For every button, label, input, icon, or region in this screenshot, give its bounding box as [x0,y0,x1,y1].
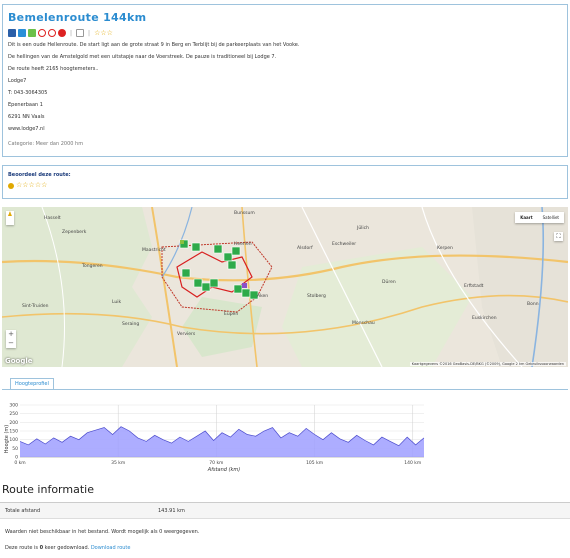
table-row: Totale afstand 143.91 km [0,503,570,519]
parking-icon [28,29,36,37]
suitability-stars: ☆☆☆ [94,29,113,37]
y-tick-label: 200 [9,420,18,426]
download-prefix: Deze route is [5,545,40,551]
route-icons: | | ☆☆☆ [8,28,562,38]
y-axis-label: Hoogte (m) [4,425,10,453]
svg-text:Seraing: Seraing [122,321,139,327]
svg-text:Maastricht: Maastricht [142,247,166,253]
x-tick-label: 35 km [111,460,125,466]
y-axis-ticks: 0 50 100 150 200 250 300 [9,403,18,461]
no-entry-icon-3 [58,29,66,37]
page-title: Bemelenroute 144km [8,11,147,24]
y-tick-label: 300 [9,403,18,409]
description-line: www.lodge7.nl [8,126,45,132]
google-logo: Google [5,357,33,365]
description-line: 6291 NN Vaals [8,114,45,120]
info-icon [76,29,85,37]
no-entry-icon-2 [48,29,56,37]
table-cell-label: Totale afstand [5,507,41,514]
map-canvas[interactable]: Hasselt Zepenberk Bunssum Heerlen Maastr… [2,207,568,367]
svg-text:Tongeren: Tongeren [81,263,103,269]
rating-star-icons[interactable]: ☆☆☆☆☆ [16,182,47,189]
description-line: De hellingen van de Amstelgold met een u… [8,54,277,60]
rating-stars[interactable]: ☆☆☆☆☆ [8,182,562,189]
icon-separator: | [70,29,73,37]
svg-text:Zepenberk: Zepenberk [62,229,87,235]
route-map[interactable]: Hasselt Zepenberk Bunssum Heerlen Maastr… [2,207,568,367]
map-type-control[interactable]: Kaart Satelliet [515,212,564,223]
no-entry-icon [38,29,46,37]
rating-box: Beoordeel deze route: ☆☆☆☆☆ [2,165,568,199]
table-cell-value: 143.91 km [158,507,185,514]
svg-text:Jülich: Jülich [356,225,369,231]
description-line: De route heeft 2165 hoogtemeters.. [8,66,99,72]
description-line: T: 043-3064305 [8,90,48,96]
description-line: Epenerbaan 1 [8,102,43,108]
y-tick-label: 50 [12,446,18,452]
svg-text:Eschweiler: Eschweiler [332,241,356,247]
fullscreen-icon[interactable]: ⛶ [554,232,563,241]
icon-separator-2: | [88,29,91,37]
rating-title: Beoordeel deze route: [8,172,71,178]
svg-text:Erftstadt: Erftstadt [464,283,484,289]
cancel-rating-icon[interactable] [8,182,14,189]
svg-text:Eupen: Eupen [224,311,238,317]
svg-text:Verviers: Verviers [177,331,196,337]
y-tick-label: 0 [15,455,18,461]
svg-text:Kerpen: Kerpen [437,245,453,251]
svg-text:Sint-Truiden: Sint-Truiden [22,303,49,309]
route-info-heading: Route informatie [2,483,94,496]
route-info-table: Totale afstand 143.91 km [0,502,570,519]
route-description: Dit is een oude Hellenroute. De start li… [8,42,562,132]
svg-text:Hasselt: Hasselt [44,215,61,221]
svg-text:Aken: Aken [257,293,268,299]
svg-text:Stolberg: Stolberg [307,293,326,299]
zoom-out-button[interactable]: − [6,339,16,348]
x-tick-label: 70 km [209,460,223,466]
download-info: Deze route is 0 keer gedownload. Downloa… [5,545,130,551]
route-info-box: Bemelenroute 144km | | ☆☆☆ Dit is een ou… [2,4,568,157]
x-axis-label: Afstand (km) [207,467,240,473]
svg-text:Heerlen: Heerlen [234,241,252,247]
svg-text:Luik: Luik [112,299,122,305]
x-tick-label: 140 km [404,460,421,466]
y-tick-label: 100 [9,437,18,443]
svg-text:Düren: Düren [382,279,396,285]
map-type-kaart-button[interactable]: Kaart [515,212,538,223]
download-suffix: keer gedownload. [43,545,91,551]
description-line: Lodge7 [8,78,27,84]
x-tick-label: 105 km [306,460,323,466]
elevation-chart: 0 50 100 150 200 250 300 0 km 35 km 70 km 105 km 1… [4,403,425,473]
x-axis-ticks: 0 km 35 km 70 km 105 km 140 km [14,460,421,466]
tab-divider [2,389,568,390]
car-route-icon [8,29,16,37]
svg-text:Bonn: Bonn [527,301,539,307]
x-tick-label: 0 km [14,460,25,466]
map-type-satelliet-button[interactable]: Satelliet [537,212,564,223]
y-tick-label: 150 [9,429,18,435]
svg-text:Alsdorf: Alsdorf [297,245,313,251]
zoom-control[interactable]: + − [6,330,16,348]
tab-hoogteprofiel[interactable]: Hoogteprofiel [10,378,54,389]
route-category: Categorie: Meer dan 2000 hm [8,141,84,147]
svg-text:Monschau: Monschau [352,320,375,326]
description-line: Dit is een oude Hellenroute. De start li… [8,42,300,48]
svg-text:Bunssum: Bunssum [234,210,255,216]
warning-text: Waarden niet beschikbaar in het bestand.… [5,529,200,535]
map-attribution[interactable]: Kaartgegevens ©2016 GeoBasis-DE/BKG (©20… [409,362,566,366]
zoom-in-button[interactable]: + [6,330,16,339]
download-route-link[interactable]: Download route [91,545,131,551]
svg-text:Euskirchen: Euskirchen [472,315,497,321]
arrow-icon [18,29,26,37]
y-tick-label: 250 [9,411,18,417]
pegman-icon[interactable]: ♟ [6,211,14,225]
